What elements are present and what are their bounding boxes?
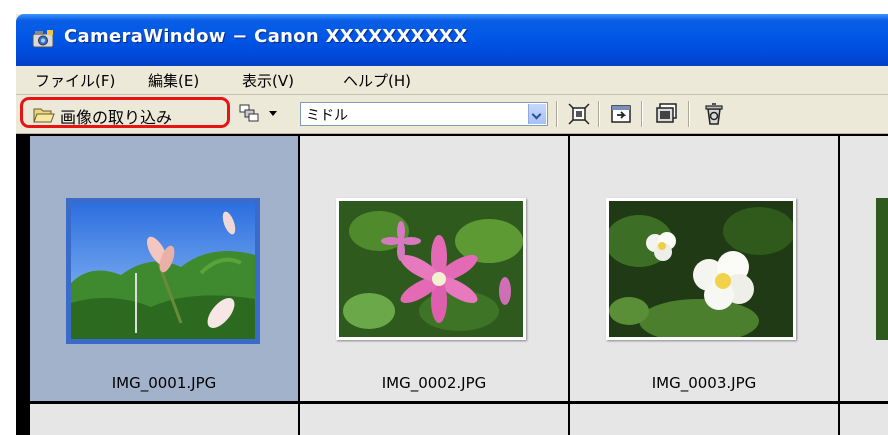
layout-dropdown-arrow-icon[interactable] — [269, 111, 277, 116]
camera-app-icon — [32, 30, 54, 48]
layout-icon[interactable] — [239, 103, 259, 123]
toolbar-separator — [556, 101, 558, 127]
thumbnail-item[interactable]: IMG_0001.JPG — [30, 136, 298, 401]
thumbnail-item[interactable] — [570, 404, 838, 435]
thumbnail-item[interactable]: IMG_0002.JPG — [300, 136, 568, 401]
thumbnail-size-select[interactable]: ミドル — [300, 102, 548, 126]
thumbnail-filename: IMG_0003.JPG — [651, 374, 757, 392]
window-title: CameraWindow − Canon XXXXXXXXXX — [64, 26, 468, 47]
thumbnail-grid: IMG_0001.JPG IMG_0002.JPG IMG_0003.JPG — [16, 134, 888, 435]
menu-file[interactable]: ファイル(F) — [35, 70, 115, 91]
photo-white-camellia — [609, 201, 793, 337]
menu-help[interactable]: ヘルプ(H) — [343, 70, 411, 91]
menu-view[interactable]: 表示(V) — [242, 70, 294, 91]
photo-pink-clematis — [339, 201, 523, 337]
thumbnail-frame — [336, 198, 526, 340]
title-bar[interactable]: CameraWindow − Canon XXXXXXXXXX — [16, 14, 888, 66]
thumbnail-item[interactable]: IMG_0003.JPG — [570, 136, 838, 401]
toolbar: 画像の取り込み ミドル — [16, 95, 888, 134]
toolbar-separator — [641, 101, 643, 127]
toolbar-separator — [598, 101, 600, 127]
camera-window: CameraWindow − Canon XXXXXXXXXX ファイル(F) … — [16, 14, 888, 435]
thumbnail-item[interactable] — [300, 404, 568, 435]
thumbnail-item[interactable] — [30, 404, 298, 435]
thumbnail-item[interactable] — [840, 404, 888, 435]
chevron-down-icon[interactable] — [528, 104, 546, 124]
thumbnail-filename: IMG_0001.JPG — [111, 374, 217, 392]
thumbnail-filename: IMG_0002.JPG — [381, 374, 487, 392]
photo-sky-lily — [71, 203, 255, 339]
trash-icon[interactable] — [702, 102, 726, 126]
export-icon[interactable] — [609, 102, 633, 126]
import-images-button[interactable]: 画像の取り込み — [20, 97, 230, 128]
thumbnail-size-value: ミドル — [306, 108, 348, 124]
fit-icon[interactable] — [567, 102, 591, 126]
menu-edit[interactable]: 編集(E) — [148, 70, 199, 91]
thumbnail-frame — [876, 198, 888, 340]
folder-open-icon — [33, 108, 55, 123]
thumbnail-frame — [606, 198, 796, 340]
slideshow-icon[interactable] — [655, 102, 679, 126]
thumbnail-frame — [66, 198, 260, 344]
thumbnail-item[interactable] — [840, 136, 888, 401]
import-images-label: 画像の取り込み — [60, 108, 173, 127]
menu-bar: ファイル(F) 編集(E) 表示(V) ヘルプ(H) — [16, 66, 888, 95]
toolbar-separator — [688, 101, 690, 127]
